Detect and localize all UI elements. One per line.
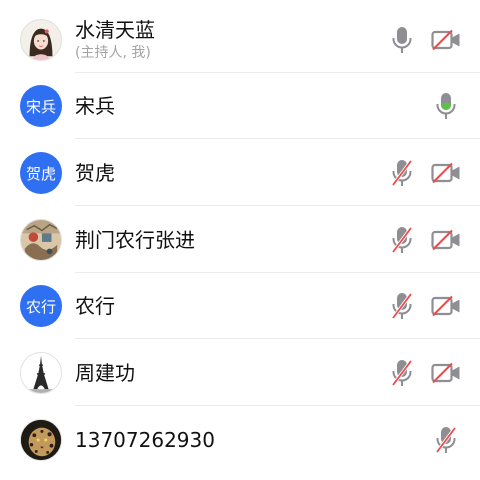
eiffel-tower-avatar [20, 352, 62, 394]
leopard-avatar [20, 419, 62, 461]
microphone-icon[interactable] [391, 26, 413, 54]
divider [75, 338, 480, 339]
text-avatar: 宋兵 [20, 85, 62, 127]
participant-row[interactable]: 贺虎 贺虎 [0, 140, 480, 206]
camera-off-icon[interactable] [431, 229, 461, 251]
participant-role: (主持人, 我) [75, 45, 151, 61]
camera-off-icon[interactable] [431, 29, 461, 51]
microphone-muted-icon[interactable] [391, 359, 413, 387]
participant-name: 周建功 [75, 361, 135, 385]
camera-off-icon[interactable] [431, 295, 461, 317]
participant-row[interactable]: 水清天蓝 (主持人, 我) [0, 7, 480, 73]
participant-row[interactable]: 农行 农行 [0, 273, 480, 339]
participant-name: 荆门农行张进 [75, 228, 195, 252]
painting-avatar [20, 219, 62, 261]
participant-row[interactable]: 宋兵 宋兵 [0, 73, 480, 139]
microphone-muted-icon[interactable] [391, 226, 413, 254]
microphone-muted-icon[interactable] [391, 292, 413, 320]
divider [75, 205, 480, 206]
participant-row[interactable]: 荆门农行张进 [0, 207, 480, 273]
participant-row[interactable]: 周建功 [0, 340, 480, 406]
participant-name: 贺虎 [75, 161, 115, 185]
microphone-active-icon[interactable] [435, 92, 457, 120]
participant-name: 13707262930 [75, 428, 215, 452]
camera-off-icon[interactable] [431, 162, 461, 184]
microphone-muted-icon[interactable] [391, 159, 413, 187]
participant-name: 宋兵 [75, 94, 115, 118]
camera-off-icon[interactable] [431, 362, 461, 384]
portrait-girl-avatar [20, 19, 62, 61]
participant-list: 水清天蓝 (主持人, 我) 宋兵 宋兵 贺虎 贺虎 荆门农行张进 农行 农行 周… [0, 0, 480, 480]
participant-name: 农行 [75, 294, 115, 318]
participant-name: 水清天蓝 [75, 18, 155, 42]
participant-row[interactable]: 13707262930 [0, 407, 480, 473]
divider [75, 405, 480, 406]
text-avatar: 农行 [20, 285, 62, 327]
text-avatar: 贺虎 [20, 152, 62, 194]
microphone-muted-icon[interactable] [435, 426, 457, 454]
divider [75, 138, 480, 139]
